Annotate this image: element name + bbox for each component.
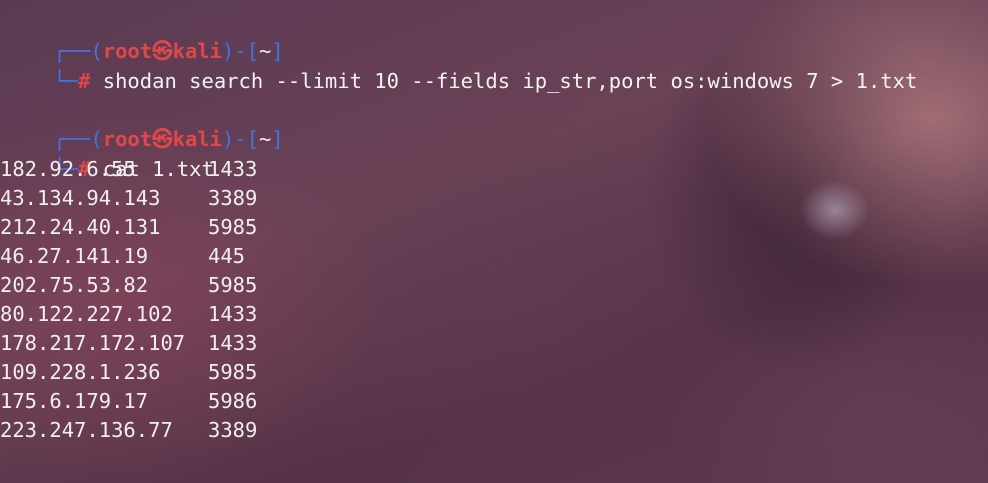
- output-port: 1433: [208, 331, 258, 355]
- output-port: 5985: [208, 273, 258, 297]
- output-row: 182.92.6.55 1433: [0, 155, 257, 184]
- output-port: 3389: [208, 418, 258, 442]
- prompt-line-2: ┌──(root㉿kali)-[~]: [4, 96, 283, 151]
- output-ip: 223.247.136.77: [0, 418, 173, 442]
- output-ip: 109.228.1.236: [0, 360, 161, 384]
- output-row: 175.6.179.17 5986: [0, 387, 257, 416]
- output-port: 1433: [208, 302, 258, 326]
- output-row: 109.228.1.236 5985: [0, 358, 257, 387]
- prompt-symbol: #: [78, 69, 91, 93]
- output-port: 5985: [208, 215, 258, 239]
- prompt-dir: ~: [259, 127, 272, 151]
- output-row: 43.134.94.143 3389: [0, 184, 257, 213]
- prompt-line-1: ┌──(root㉿kali)-[~]: [4, 8, 283, 63]
- output-ip: 182.92.6.55: [0, 157, 136, 181]
- output-port: 445: [208, 244, 246, 268]
- output-row: 46.27.141.19 445: [0, 242, 245, 271]
- output-row: 178.217.172.107 1433: [0, 329, 257, 358]
- prompt-frame-mid: )-[: [222, 127, 260, 151]
- output-ip: 202.75.53.82: [0, 273, 149, 297]
- output-row: 202.75.53.82 5985: [0, 271, 257, 300]
- output-port: 5985: [208, 360, 258, 384]
- command-line-1[interactable]: └─# shodan search --limit 10 --fields ip…: [4, 38, 917, 93]
- output-ip: 43.134.94.143: [0, 186, 161, 210]
- prompt-frame-close: ]: [271, 127, 284, 151]
- output-ip: 175.6.179.17: [0, 389, 149, 413]
- output-row: 223.247.136.77 3389: [0, 416, 257, 445]
- command-text: shodan search --limit 10 --fields ip_str…: [102, 69, 918, 93]
- output-ip: 212.24.40.131: [0, 215, 161, 239]
- command-line-2[interactable]: └─# cat 1.txt: [4, 126, 213, 181]
- output-ip: 178.217.172.107: [0, 331, 186, 355]
- output-port: 1433: [208, 157, 258, 181]
- output-row: 212.24.40.131 5985: [0, 213, 257, 242]
- output-port: 5986: [208, 389, 258, 413]
- output-ip: 80.122.227.102: [0, 302, 173, 326]
- output-ip: 46.27.141.19: [0, 244, 149, 268]
- prompt-frame-bottom: └─: [53, 69, 79, 93]
- terminal-window[interactable]: ┌──(root㉿kali)-[~] └─# shodan search --l…: [0, 0, 988, 483]
- output-port: 3389: [208, 186, 258, 210]
- output-row: 80.122.227.102 1433: [0, 300, 257, 329]
